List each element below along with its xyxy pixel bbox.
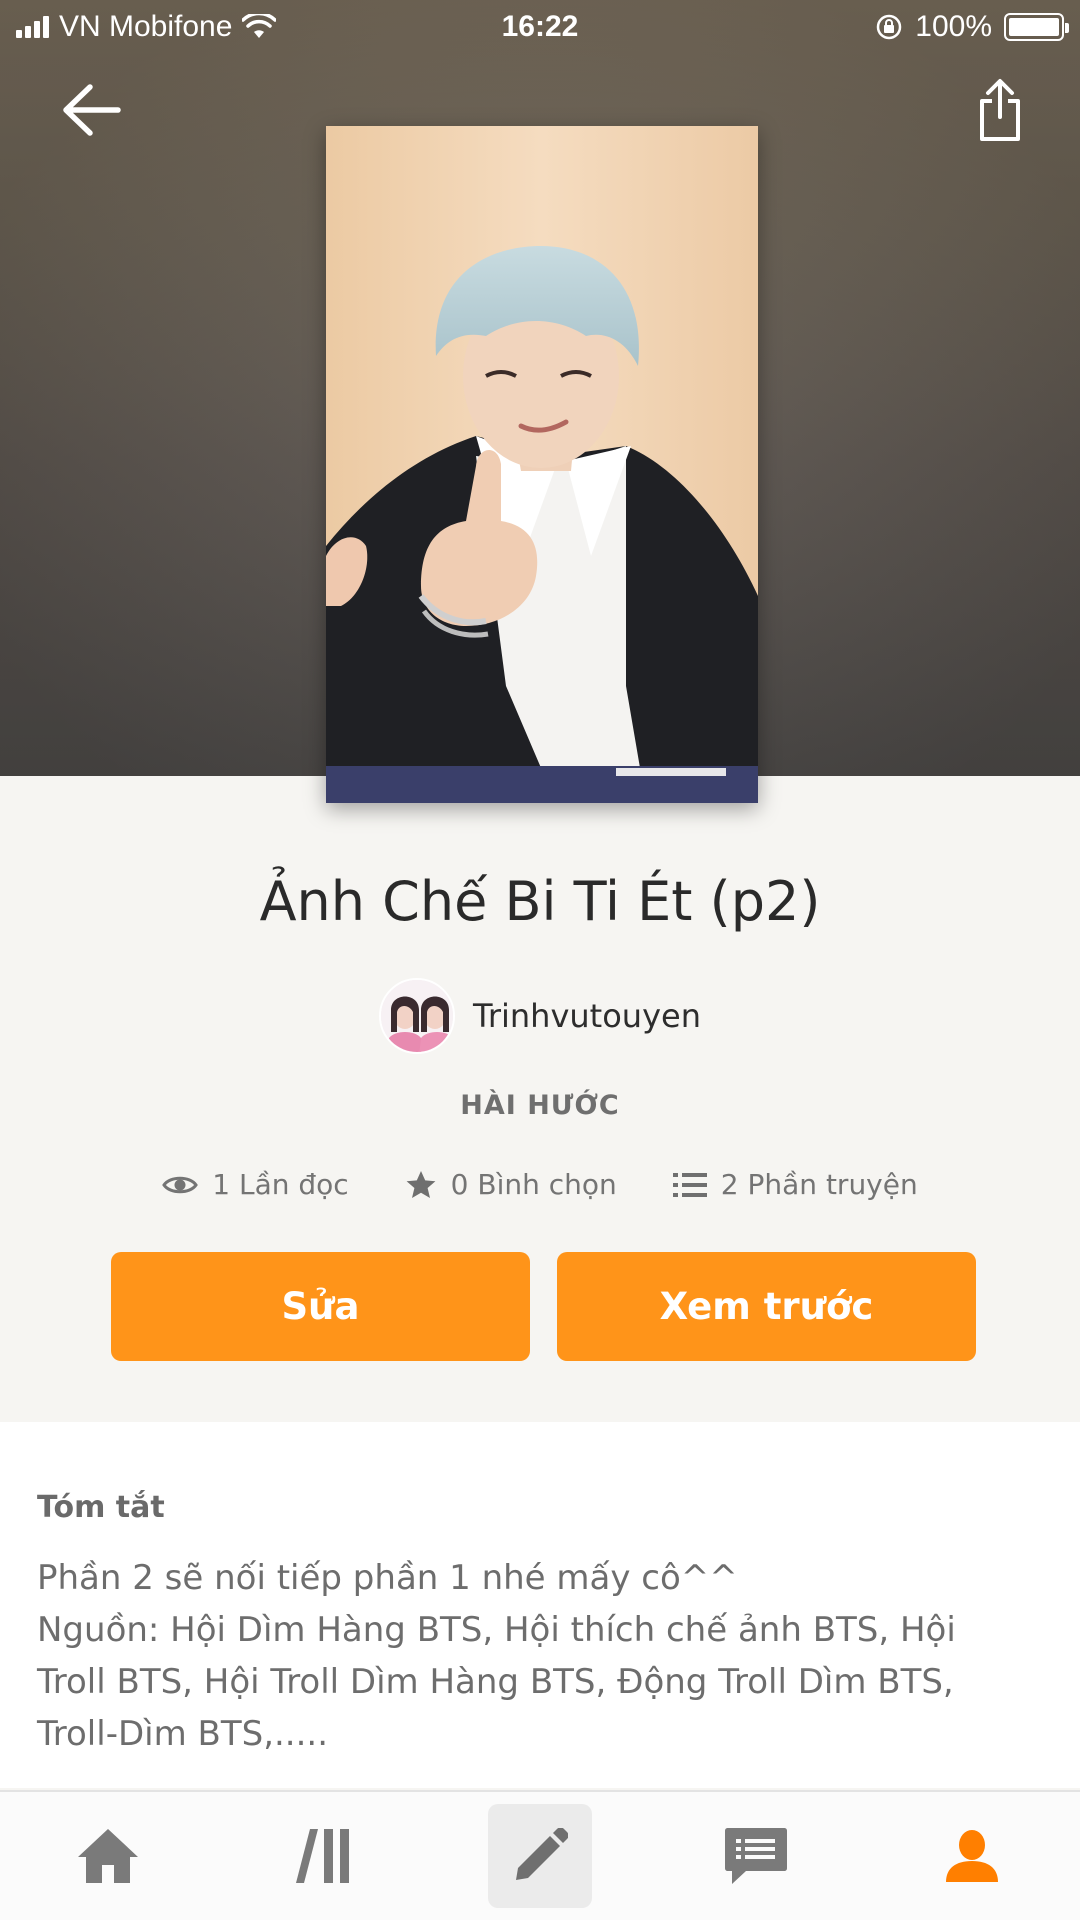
- share-icon: [980, 79, 1020, 141]
- story-genre[interactable]: HÀI HƯỚC: [0, 1090, 1080, 1121]
- summary-line: Nguồn: Hội Dìm Hàng BTS, Hội thích chế ả…: [37, 1610, 956, 1650]
- summary-line: Phần 2 sẽ nối tiếp phần 1 nhé mấy cô^^: [37, 1558, 738, 1598]
- parts-stat[interactable]: 2 Phần truyện: [672, 1168, 918, 1201]
- tab-home[interactable]: [0, 1792, 216, 1920]
- reads-count: 1 Lần đọc: [212, 1168, 349, 1201]
- tab-library[interactable]: [216, 1792, 432, 1920]
- summary-line: Troll BTS, Hội Troll Dìm Hàng BTS, Động …: [37, 1662, 954, 1702]
- votes-count: 0 Bình chọn: [450, 1168, 617, 1201]
- avatar[interactable]: [379, 978, 455, 1054]
- cover-illustration: [326, 126, 758, 803]
- eye-icon: [162, 1176, 199, 1193]
- story-actions: Sửa Xem trước: [111, 1252, 976, 1361]
- author-row[interactable]: Trinhvutouyen: [0, 978, 1080, 1054]
- story-cover-image[interactable]: [326, 126, 758, 803]
- battery-percent: 100%: [915, 10, 992, 43]
- library-icon: [296, 1829, 349, 1883]
- rotation-lock-icon: [877, 14, 902, 40]
- list-icon: [672, 1172, 707, 1197]
- status-bar: VN Mobifone 16:22 100%: [0, 0, 1080, 56]
- star-icon: [406, 1170, 436, 1198]
- back-button[interactable]: [52, 70, 132, 150]
- summary-text: Phần 2 sẽ nối tiếp phần 1 nhé mấy cô^^ N…: [37, 1552, 1047, 1760]
- story-hero: VN Mobifone 16:22 100%: [0, 0, 1080, 803]
- author-name[interactable]: Trinhvutouyen: [473, 997, 701, 1035]
- tab-write[interactable]: [432, 1792, 648, 1920]
- write-icon: [516, 1828, 568, 1880]
- summary-section: Tóm tắt Phần 2 sẽ nối tiếp phần 1 nhé mấ…: [0, 1422, 1080, 1788]
- tab-profile[interactable]: [864, 1792, 1080, 1920]
- home-icon: [78, 1829, 138, 1883]
- reads-stat: 1 Lần đọc: [162, 1168, 349, 1201]
- messages-icon: [725, 1828, 787, 1884]
- arrow-left-icon: [63, 84, 121, 136]
- story-title: Ảnh Chế Bi Ti Ét (p2): [259, 870, 821, 933]
- battery-icon: [1004, 13, 1069, 41]
- author-avatar-image: [381, 980, 453, 1052]
- summary-line: Troll-Dìm BTS,.....: [37, 1714, 329, 1754]
- edit-button[interactable]: Sửa: [111, 1252, 530, 1361]
- share-button[interactable]: [960, 70, 1040, 150]
- parts-count[interactable]: 2 Phần truyện: [721, 1168, 918, 1201]
- bottom-tab-bar: [0, 1790, 1080, 1920]
- preview-button[interactable]: Xem trước: [557, 1252, 976, 1361]
- profile-icon: [946, 1830, 998, 1882]
- votes-stat: 0 Bình chọn: [405, 1168, 617, 1201]
- summary-label: Tóm tắt: [37, 1490, 165, 1525]
- tab-messages[interactable]: [648, 1792, 864, 1920]
- story-stats: 1 Lần đọc 0 Bình chọn 2 Phần truyện: [0, 1168, 1080, 1201]
